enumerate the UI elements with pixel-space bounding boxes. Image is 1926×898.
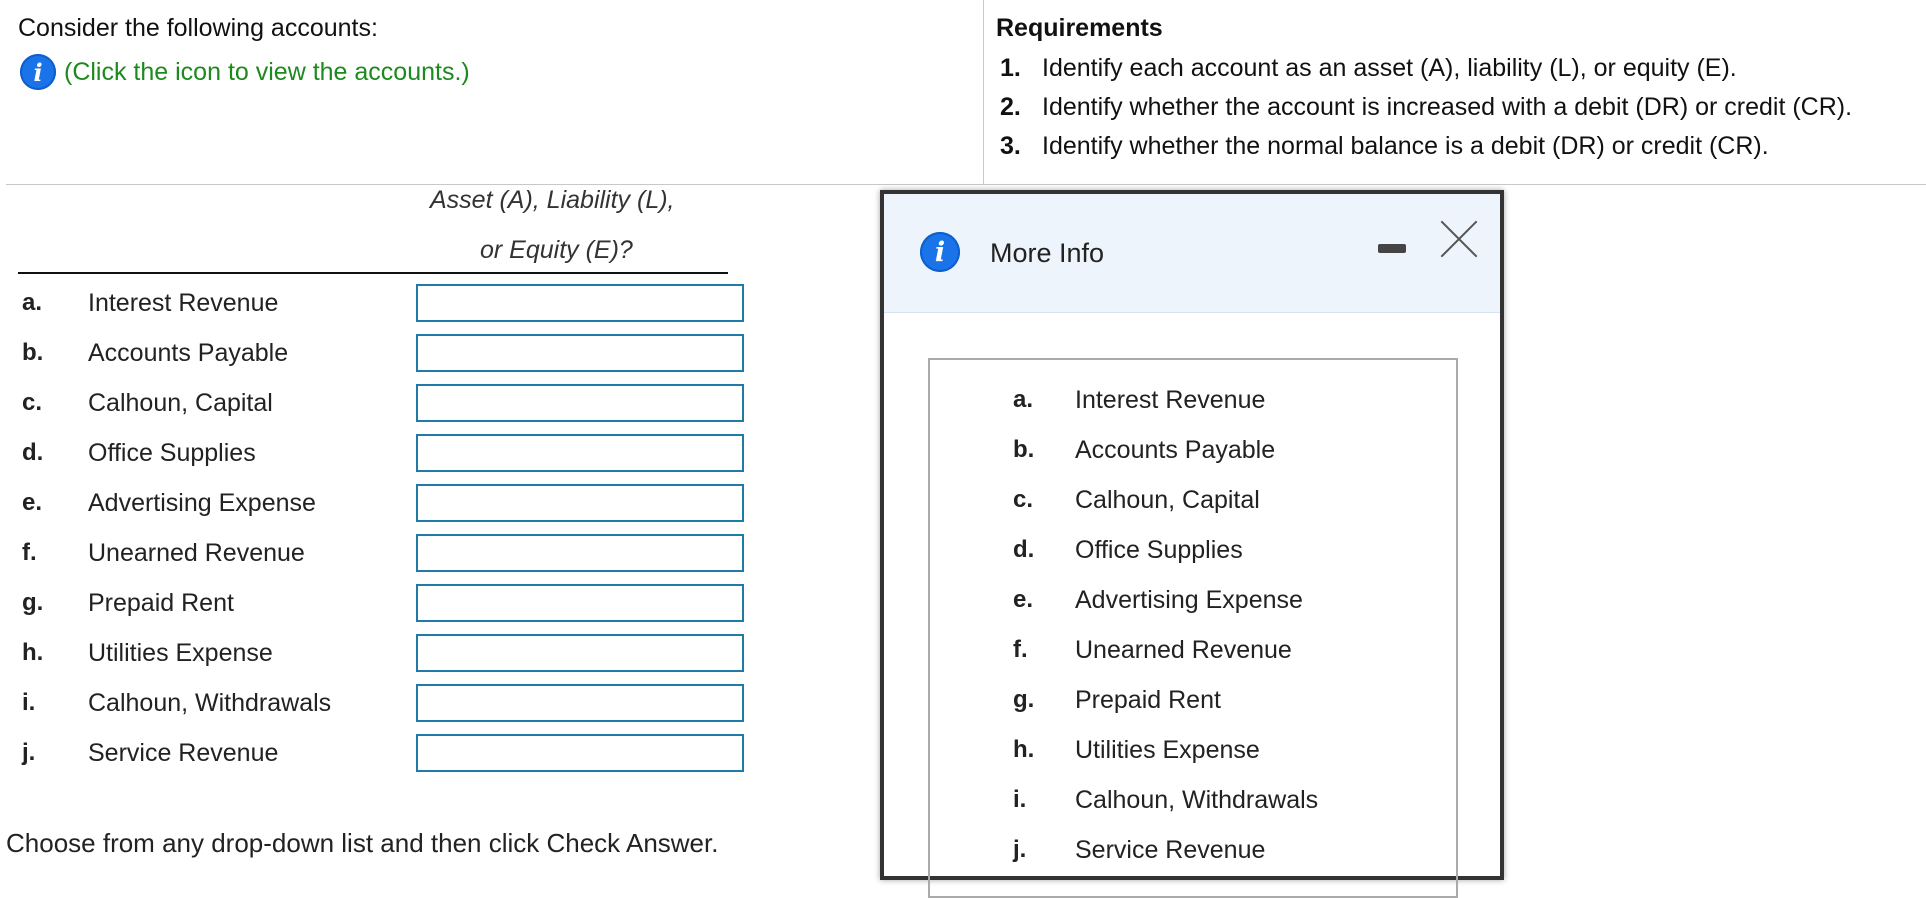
info-icon[interactable]: i: [20, 54, 56, 90]
account-row: e. Advertising Expense: [22, 482, 744, 524]
list-item: j. Service Revenue: [930, 830, 1265, 870]
account-letter: a.: [1013, 386, 1034, 413]
classification-dropdown[interactable]: [416, 434, 744, 472]
list-item: f. Unearned Revenue: [930, 630, 1292, 670]
close-icon[interactable]: [1438, 218, 1480, 260]
list-item: b. Accounts Payable: [930, 430, 1275, 470]
account-row: d. Office Supplies: [22, 432, 744, 474]
account-name: Service Revenue: [1075, 835, 1266, 864]
account-row: i. Calhoun, Withdrawals: [22, 682, 744, 724]
account-name: Interest Revenue: [1075, 385, 1266, 414]
account-letter: b.: [1013, 436, 1035, 463]
more-info-dialog: i More Info a. Interest Revenue b. Accou…: [880, 190, 1504, 898]
account-name: Utilities Expense: [1075, 735, 1260, 764]
account-name: Accounts Payable: [1075, 435, 1276, 464]
view-accounts-link[interactable]: i (Click the icon to view the accounts.): [20, 54, 470, 90]
account-name: Calhoun, Withdrawals: [1075, 785, 1319, 814]
classification-dropdown[interactable]: [416, 634, 744, 672]
requirement-text: Identify whether the normal balance is a…: [1042, 132, 1769, 160]
account-row: b. Accounts Payable: [22, 332, 744, 374]
requirement-number: 2.: [1000, 93, 1021, 121]
account-letter: g.: [1013, 686, 1035, 713]
classification-dropdown[interactable]: [416, 734, 744, 772]
list-item: h. Utilities Expense: [930, 730, 1260, 770]
account-name: Office Supplies: [1075, 535, 1243, 564]
account-name: Accounts Payable: [88, 338, 289, 367]
column-header-line2: or Equity (E)?: [480, 236, 633, 264]
requirements-title: Requirements: [996, 14, 1163, 42]
account-row: f. Unearned Revenue: [22, 532, 744, 574]
account-letter: e.: [22, 489, 43, 516]
header-rule: [18, 272, 728, 274]
list-item: i. Calhoun, Withdrawals: [930, 780, 1318, 820]
account-row: g. Prepaid Rent: [22, 582, 744, 624]
list-item: d. Office Supplies: [930, 530, 1243, 570]
horizontal-divider: [6, 184, 1926, 185]
list-item: c. Calhoun, Capital: [930, 480, 1260, 520]
account-letter: h.: [1013, 736, 1035, 763]
account-row: j. Service Revenue: [22, 732, 744, 774]
accounts-list: a. Interest Revenue b. Accounts Payable …: [928, 358, 1458, 898]
dialog-header: i More Info: [884, 194, 1500, 313]
account-row: a. Interest Revenue: [22, 282, 744, 324]
classification-dropdown[interactable]: [416, 684, 744, 722]
account-name: Calhoun, Capital: [88, 388, 273, 417]
account-letter: i.: [22, 689, 36, 716]
classification-dropdown[interactable]: [416, 534, 744, 572]
account-row: c. Calhoun, Capital: [22, 382, 744, 424]
requirement-number: 1.: [1000, 54, 1021, 82]
account-letter: b.: [22, 339, 44, 366]
classification-dropdown[interactable]: [416, 384, 744, 422]
account-name: Advertising Expense: [1075, 585, 1303, 614]
account-letter: e.: [1013, 586, 1034, 613]
account-name: Office Supplies: [88, 438, 256, 467]
classification-dropdown[interactable]: [416, 334, 744, 372]
classification-dropdown[interactable]: [416, 484, 744, 522]
column-header-line1: Asset (A), Liability (L),: [430, 186, 675, 214]
account-name: Utilities Expense: [88, 638, 273, 667]
account-letter: g.: [22, 589, 44, 616]
account-letter: f.: [22, 539, 37, 566]
account-row: h. Utilities Expense: [22, 632, 744, 674]
account-letter: h.: [22, 639, 44, 666]
dialog-title: More Info: [990, 238, 1105, 268]
account-name: Unearned Revenue: [88, 538, 305, 567]
account-name: Advertising Expense: [88, 488, 316, 517]
minimize-icon[interactable]: [1378, 244, 1406, 253]
account-letter: j.: [1013, 836, 1027, 863]
info-icon: i: [920, 232, 960, 272]
account-name: Calhoun, Withdrawals: [88, 688, 332, 717]
requirement-text: Identify whether the account is increase…: [1042, 93, 1853, 121]
account-letter: d.: [1013, 536, 1035, 563]
account-name: Unearned Revenue: [1075, 635, 1292, 664]
list-item: e. Advertising Expense: [930, 580, 1303, 620]
footer-instruction: Choose from any drop-down list and then …: [6, 828, 719, 858]
account-letter: i.: [1013, 786, 1027, 813]
account-name: Service Revenue: [88, 738, 279, 767]
classification-dropdown[interactable]: [416, 284, 744, 322]
view-accounts-link-text[interactable]: (Click the icon to view the accounts.): [64, 58, 470, 87]
vertical-divider: [983, 0, 984, 184]
account-name: Calhoun, Capital: [1075, 485, 1260, 514]
requirement-item: 2. Identify whether the account is incre…: [1000, 93, 1852, 122]
account-letter: d.: [22, 439, 44, 466]
account-name: Interest Revenue: [88, 288, 279, 317]
requirement-item: 3. Identify whether the normal balance i…: [1000, 132, 1769, 161]
account-letter: j.: [22, 739, 36, 766]
account-name: Prepaid Rent: [88, 588, 234, 617]
requirement-item: 1. Identify each account as an asset (A)…: [1000, 54, 1737, 83]
intro-text: Consider the following accounts:: [18, 14, 378, 42]
account-letter: c.: [22, 389, 43, 416]
account-letter: f.: [1013, 636, 1028, 663]
account-letter: c.: [1013, 486, 1034, 513]
account-letter: a.: [22, 289, 43, 316]
requirement-text: Identify each account as an asset (A), l…: [1042, 54, 1737, 82]
list-item: a. Interest Revenue: [930, 380, 1265, 420]
account-name: Prepaid Rent: [1075, 685, 1221, 714]
classification-dropdown[interactable]: [416, 584, 744, 622]
requirement-number: 3.: [1000, 132, 1021, 160]
list-item: g. Prepaid Rent: [930, 680, 1221, 720]
